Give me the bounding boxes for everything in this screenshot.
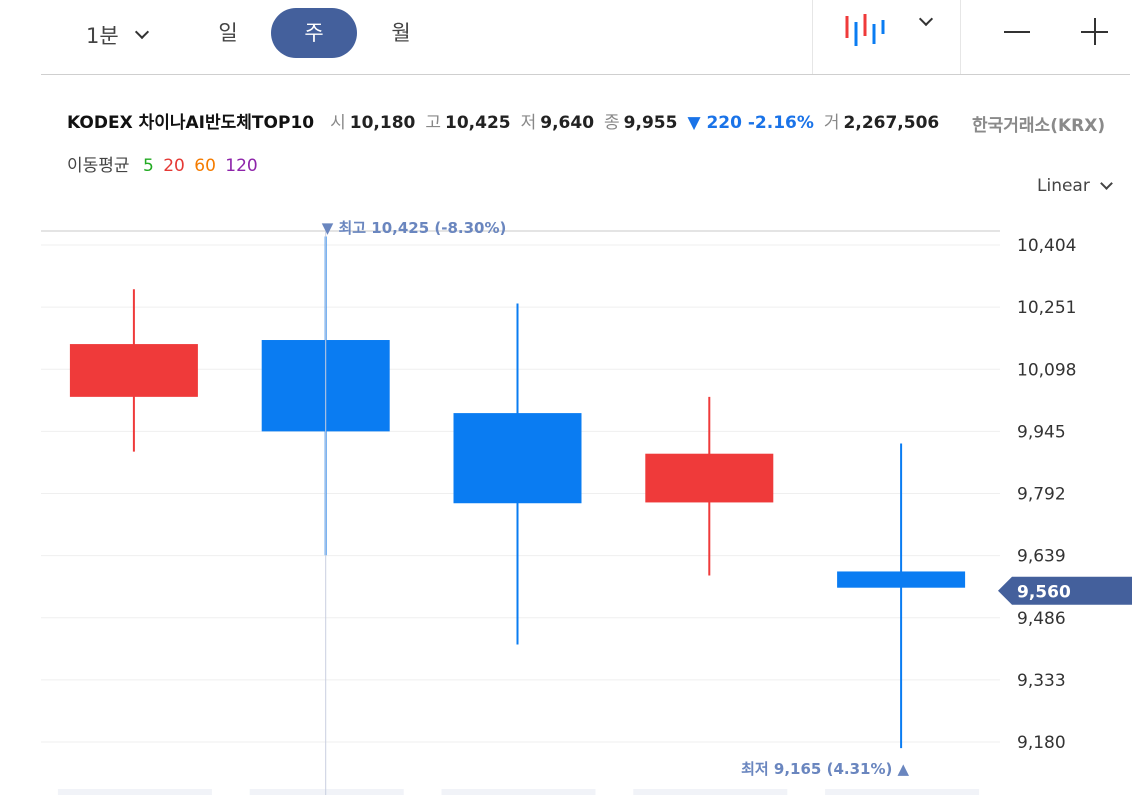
volume-bar <box>825 789 980 795</box>
y-tick-label: 10,404 <box>1017 236 1076 256</box>
candle-body <box>69 344 198 397</box>
volume-bar <box>633 789 788 795</box>
y-tick-label: 9,180 <box>1017 733 1066 753</box>
candle-body <box>645 453 774 503</box>
volume-bar <box>249 789 404 795</box>
y-tick-label: 9,945 <box>1017 422 1066 442</box>
candlestick-chart[interactable]: 10,404 10,251 10,098 9,945 9,792 9,639 9,486 9,… <box>0 0 1132 795</box>
volume-bar <box>441 789 596 795</box>
high-marker-label: ▼ 최고 10,425 (-8.30%) <box>322 219 507 237</box>
y-tick-label: 9,486 <box>1017 609 1066 629</box>
current-price-label: 9,560 <box>1017 583 1071 603</box>
candle-body <box>837 571 966 588</box>
volume-bar <box>57 789 212 795</box>
y-tick-label: 9,792 <box>1017 485 1066 505</box>
candle-body <box>453 413 582 504</box>
y-tick-label: 9,333 <box>1017 671 1066 691</box>
y-tick-label: 10,251 <box>1017 298 1076 318</box>
y-tick-label: 10,098 <box>1017 360 1076 380</box>
y-tick-label: 9,639 <box>1017 547 1066 567</box>
low-marker-label: 최저 9,165 (4.31%) ▲ <box>741 760 909 778</box>
